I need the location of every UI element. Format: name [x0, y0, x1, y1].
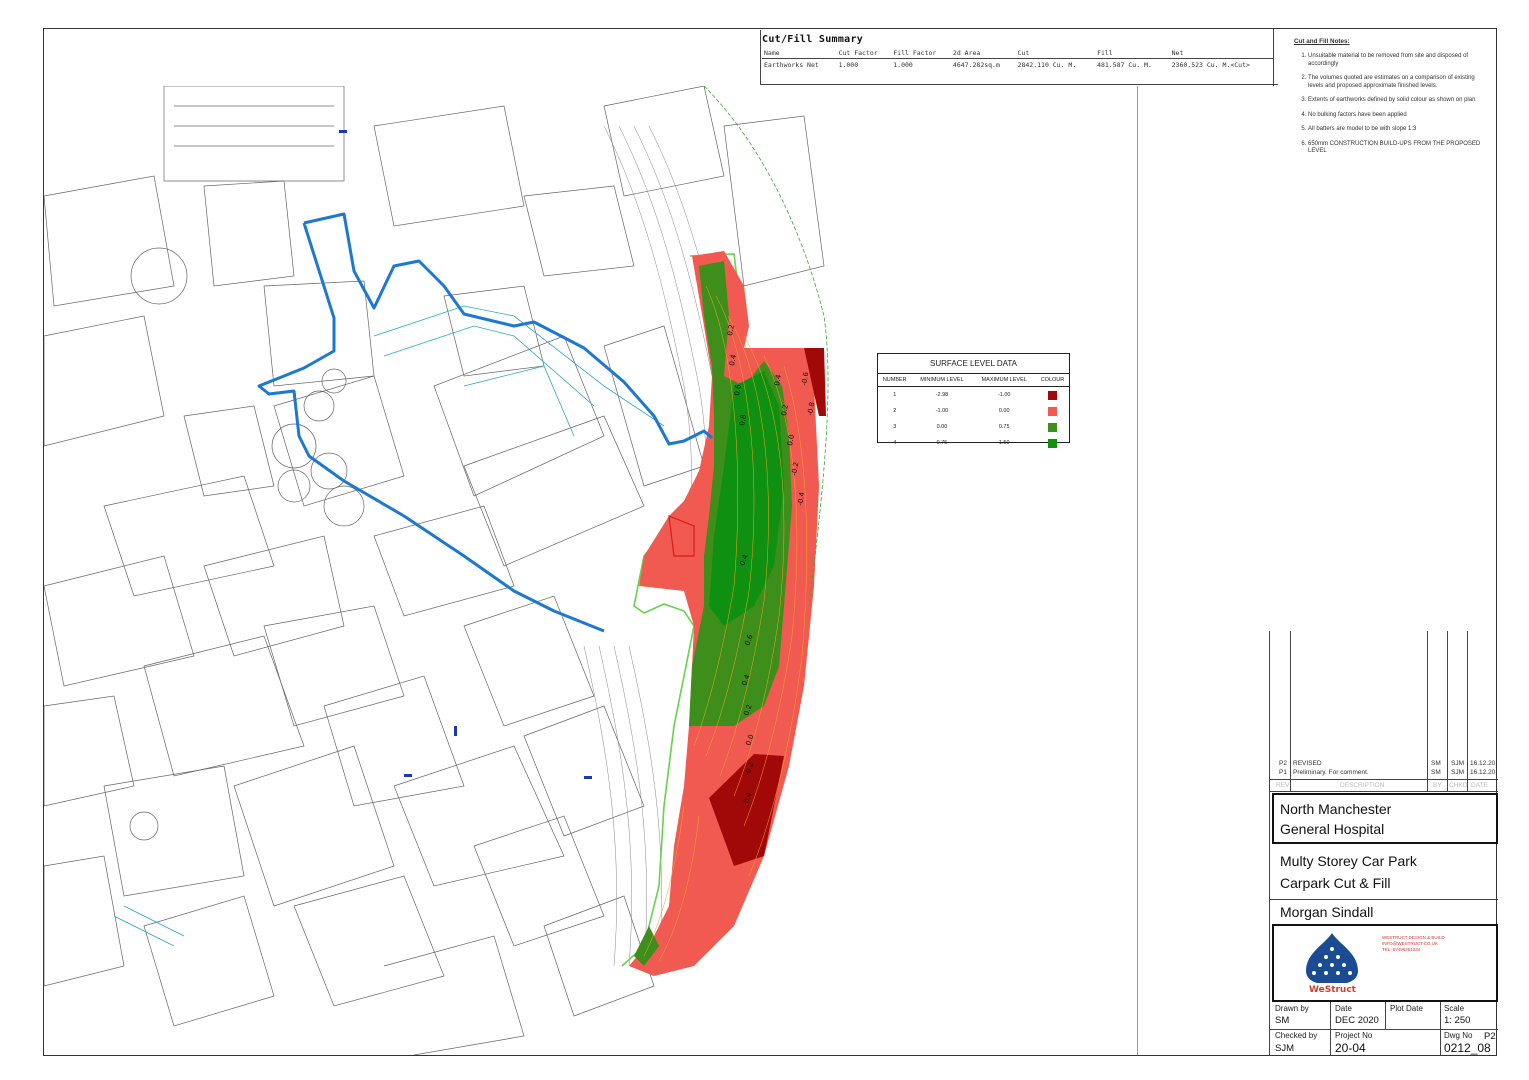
legend-max: 1.50: [998, 440, 1010, 446]
trees: [129, 247, 365, 841]
legend-number: 1: [893, 392, 897, 398]
revision-date: 16.12.20: [1470, 769, 1496, 776]
project-name-line2: Carpark Cut & Fill: [1280, 875, 1391, 891]
project-name-line1: Multy Storey Car Park: [1280, 853, 1417, 869]
client-name-line1: North Manchester: [1280, 801, 1392, 817]
revision-id: P2: [1279, 760, 1287, 767]
legend-min: 0.75: [936, 440, 948, 446]
legend-max: -1.00: [997, 392, 1011, 398]
revision-id: P1: [1279, 769, 1287, 776]
summary-cell: Earthworks Net: [764, 61, 819, 69]
legend-number: 3: [893, 424, 897, 430]
summary-frame-left: [760, 30, 761, 85]
summary-header: Net: [1169, 48, 1274, 59]
revision-header: DESCRIPTION: [1340, 782, 1385, 789]
revision-by: SM: [1431, 769, 1441, 776]
date-label: Date: [1335, 1004, 1352, 1013]
colour-swatch: [1047, 406, 1057, 416]
legend-min: -1.00: [935, 408, 949, 414]
legend-max: 0.75: [998, 424, 1010, 430]
cut-fill-summary-title: Cut/Fill Summary: [762, 34, 864, 45]
summary-header: Cut Factor: [836, 48, 892, 59]
table-row: 4 0.75 1.50: [878, 435, 1069, 451]
westruct-logo-icon: WeStruct: [1302, 933, 1363, 995]
checked-by-label: Checked by: [1275, 1031, 1318, 1040]
scale-label: Scale: [1444, 1004, 1465, 1013]
site-plan-map: 0.2 0.4 0.6 0.8 0.4 0.2 0.0 -0.2 -0.4 -0…: [44, 86, 829, 1055]
plot-date-label: Plot Date: [1390, 1004, 1423, 1013]
colour-swatch: [1047, 438, 1057, 448]
survey-markers: [339, 130, 592, 779]
legend-number: 4: [893, 440, 897, 446]
revision-date: 16.12.20: [1470, 760, 1496, 767]
revision-header: BY: [1433, 782, 1442, 789]
checked-by-value: SJM: [1275, 1043, 1294, 1054]
revision-description: Preliminary. For comment.: [1293, 769, 1369, 776]
logo-wordmark: WeStruct: [1309, 985, 1357, 995]
drawn-by-label: Drawn by: [1275, 1004, 1309, 1013]
legend-number: 2: [893, 408, 897, 414]
revision-description: REVISED: [1293, 760, 1322, 767]
colour-swatch: [1047, 422, 1057, 432]
title-block: P2 REVISED SM SJM 16.12.20 P1 Preliminar…: [1269, 631, 1498, 1056]
summary-cell: 1.000: [893, 61, 913, 69]
logo-contact: WESTRUCT DESIGN & BUILD INFO@WESTRUCT.CO…: [1382, 935, 1445, 952]
list-item: No bulking factors have been applied: [1308, 112, 1484, 120]
cut-fill-summary-table: Name Cut Factor Fill Factor 2d Area Cut …: [762, 48, 1274, 71]
dwg-no-value: 0212_08: [1444, 1041, 1491, 1055]
summary-header: 2d Area: [950, 48, 1016, 59]
revision-by: SM: [1431, 760, 1441, 767]
summary-frame-bottom: [760, 84, 1278, 85]
map-frame-right: [1137, 86, 1138, 1055]
list-item: Unsuitable material to be removed from s…: [1308, 53, 1484, 68]
notes-title: Cut and Fill Notes:: [1294, 38, 1350, 45]
project-no-value: 20-04: [1335, 1041, 1366, 1055]
summary-cell: 2842.110 Cu. M.: [1017, 61, 1077, 69]
contractor-name: Morgan Sindall: [1280, 904, 1374, 920]
legend-header: COLOUR: [1035, 374, 1069, 387]
cut-fill-summary: Cut/Fill Summary Name Cut Factor Fill Fa…: [762, 34, 1274, 80]
legend-max: 0.00: [998, 408, 1010, 414]
revision-header: CHKD: [1449, 782, 1468, 789]
list-item: All batters are model to be with slope 1…: [1308, 126, 1484, 134]
revision-header: REV: [1276, 782, 1290, 789]
summary-header: Fill: [1095, 48, 1170, 59]
list-item: Extents of earthworks defined by solid c…: [1308, 97, 1484, 105]
colour-swatch: [1047, 390, 1057, 400]
legend-title: SURFACE LEVEL DATA: [878, 354, 1069, 374]
revision-checked: SJM: [1451, 760, 1464, 767]
table-row: 1 -2.98 -1.00: [878, 387, 1069, 404]
summary-cell: 481.587 Cu. M.: [1097, 61, 1152, 69]
summary-cell: 2360.523 Cu. M.<Cut>: [1171, 61, 1250, 69]
summary-header: Fill Factor: [891, 48, 951, 59]
list-item: The volumes quoted are estimates on a co…: [1308, 75, 1484, 90]
table-row: Earthworks Net 1.000 1.000 4647.282sq.m …: [762, 59, 1274, 72]
legend-min: -2.98: [935, 392, 949, 398]
revision-checked: SJM: [1451, 769, 1464, 776]
surface-level-data-legend: SURFACE LEVEL DATA NUMBER MINIMUM LEVEL …: [877, 353, 1070, 448]
date-value: DEC 2020: [1335, 1015, 1379, 1026]
notes-separator: [1273, 29, 1274, 86]
scale-value: 1: 250: [1444, 1015, 1471, 1026]
notes-list: Unsuitable material to be removed from s…: [1294, 53, 1484, 156]
summary-header: Name: [762, 48, 837, 59]
cut-fill-notes: Cut and Fill Notes: Unsuitable material …: [1294, 38, 1484, 163]
table-row: 2 -1.00 0.00: [878, 403, 1069, 419]
drawn-by-value: SM: [1275, 1015, 1290, 1026]
dwg-no-label: Dwg No: [1444, 1031, 1473, 1040]
legend-header: MAXIMUM LEVEL: [972, 374, 1036, 387]
summary-header: Cut: [1015, 48, 1096, 59]
legend-header: NUMBER: [878, 374, 912, 387]
legend-table: NUMBER MINIMUM LEVEL MAXIMUM LEVEL COLOU…: [878, 374, 1069, 451]
table-row: 3 0.00 0.75: [878, 419, 1069, 435]
summary-cell: 4647.282sq.m: [952, 61, 1000, 69]
summary-cell: 1.000: [838, 61, 859, 69]
list-item: 650mm CONSTRUCTION BUILD-UPS FROM THE PR…: [1308, 141, 1484, 156]
legend-min: 0.00: [936, 424, 948, 430]
legend-header: MINIMUM LEVEL: [911, 374, 973, 387]
client-name-line2: General Hospital: [1280, 821, 1385, 837]
project-no-label: Project No: [1335, 1031, 1373, 1040]
revision-header: DATE: [1471, 782, 1488, 789]
